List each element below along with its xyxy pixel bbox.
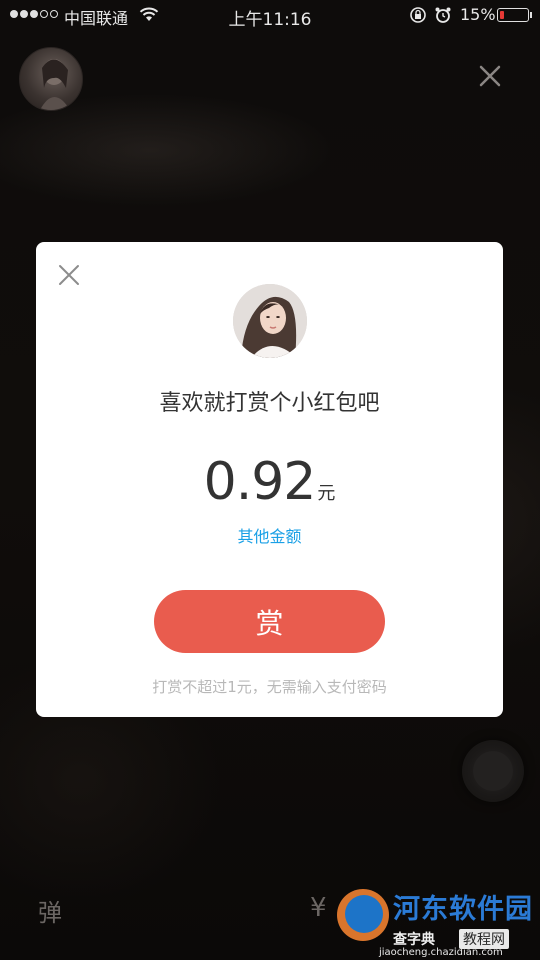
battery-icon (497, 8, 529, 22)
camera-button[interactable] (462, 740, 524, 802)
reward-note: 打赏不超过1元，无需输入支付密码 (152, 678, 387, 696)
amount-unit: 元 (317, 483, 336, 504)
watermark-logo-inner (345, 895, 383, 933)
orientation-lock-icon (410, 7, 426, 23)
watermark-logo (337, 889, 389, 941)
close-live-icon[interactable] (476, 62, 504, 90)
watermark-sub-left: 查字典 (393, 932, 435, 948)
status-time: 上午11:16 (228, 10, 312, 30)
other-amount-link[interactable]: 其他金额 (36, 523, 503, 547)
battery-tip (530, 12, 532, 18)
host-avatar[interactable] (19, 47, 83, 111)
reward-button[interactable]: 赏 (154, 590, 385, 653)
close-icon[interactable] (56, 262, 82, 288)
host-avatar-large-image (233, 284, 307, 358)
danmu-button[interactable]: 弹 (38, 893, 62, 928)
dialog-title: 喜欢就打赏个小红包吧 (159, 391, 380, 416)
watermark-title: 河东软件园 (393, 894, 533, 925)
watermark-sub-right: 教程网 (459, 929, 509, 949)
battery-percent: 15% (460, 5, 496, 24)
reward-amount: 0.92 元 (36, 452, 503, 512)
reward-dialog: 喜欢就打赏个小红包吧 0.92 元 其他金额 赏 打赏不超过1元，无需输入支付密码 (36, 242, 503, 717)
gift-button[interactable]: ¥ (310, 893, 327, 923)
host-avatar-large (233, 284, 307, 358)
status-bar: 中国联通 上午11:16 15% (0, 0, 540, 30)
battery-level-fill (500, 11, 504, 19)
alarm-icon (435, 7, 451, 23)
watermark-url: jiaocheng.chazidian.com (379, 947, 503, 958)
camera-button-inner (473, 751, 513, 791)
host-avatar-image (40, 59, 70, 110)
amount-value: 0.92 (203, 452, 317, 512)
watermark: 河东软件园 查字典 教程网 jiaocheng.chazidian.com (335, 885, 540, 960)
